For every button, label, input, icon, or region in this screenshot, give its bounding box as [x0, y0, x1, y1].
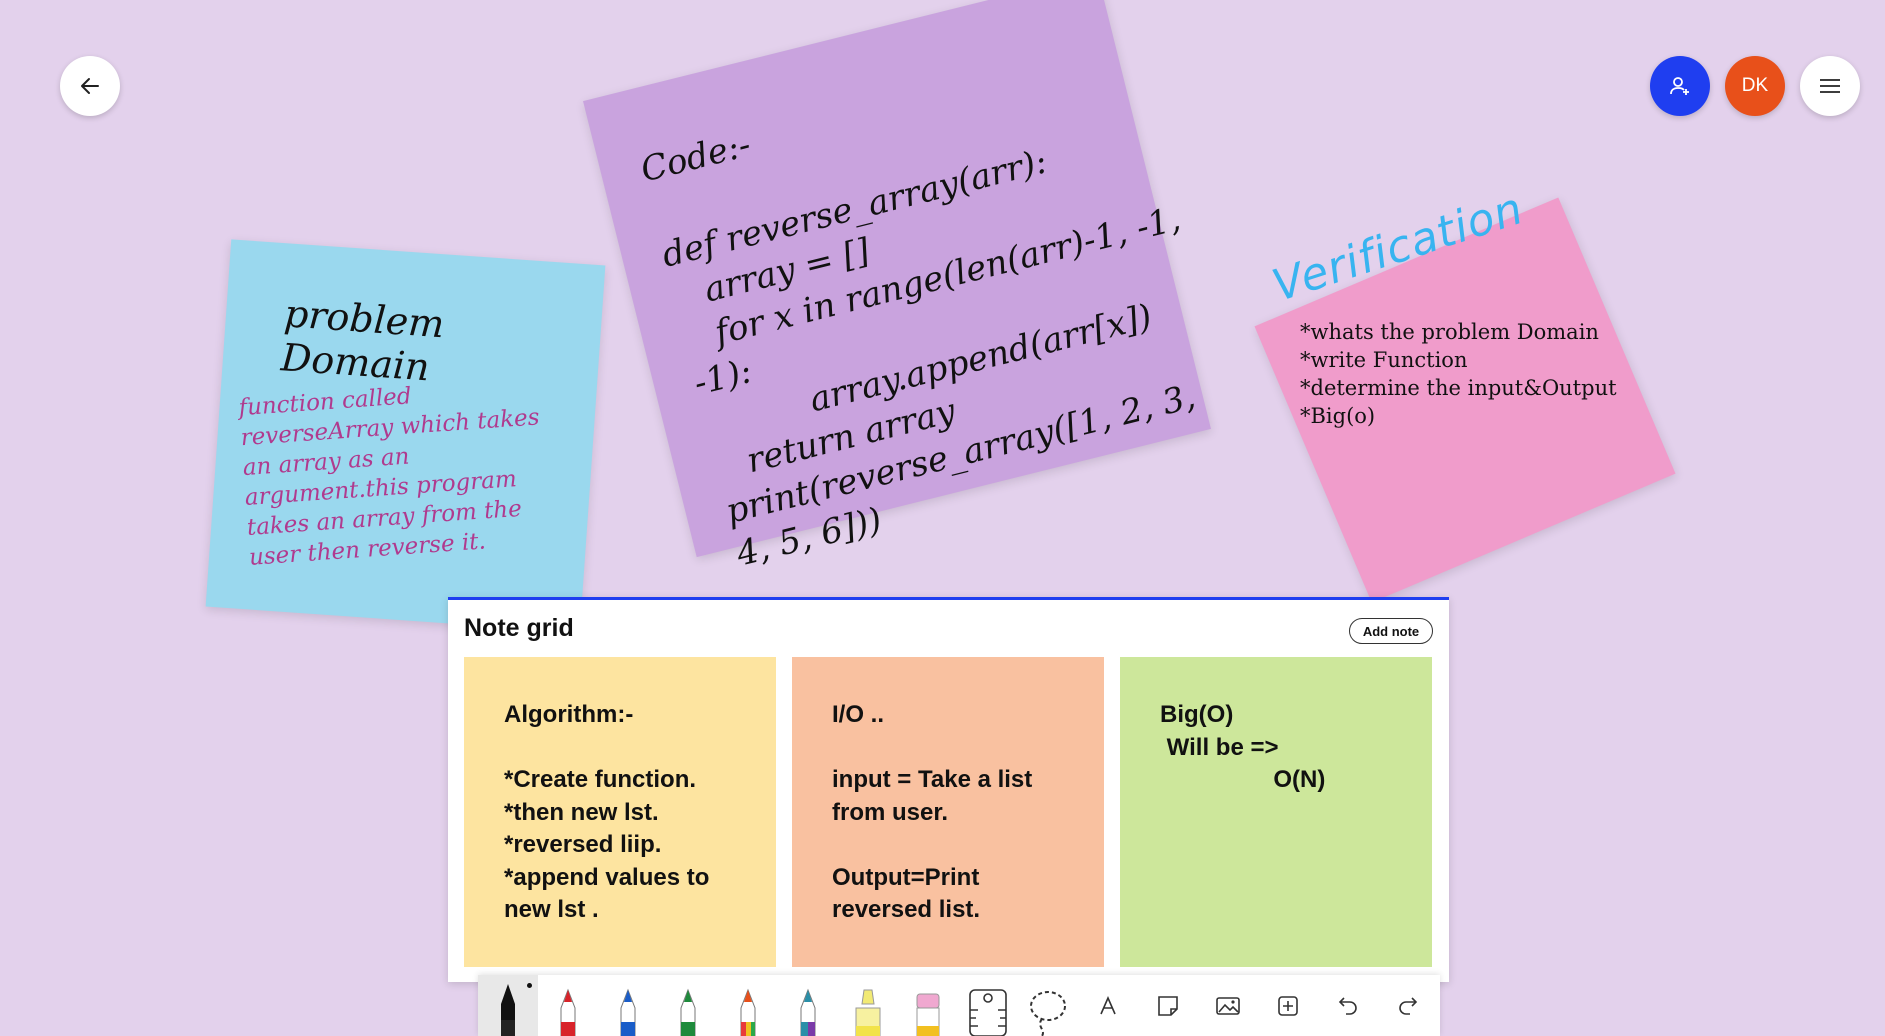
highlighter-icon: [855, 989, 881, 1036]
green-pen-tool[interactable]: [658, 975, 718, 1036]
sticky-note-icon: [1158, 995, 1178, 1016]
galaxy-pen-tool[interactable]: [778, 975, 838, 1036]
problem-domain-body: function called reverseArray which takes…: [237, 383, 541, 571]
eraser-icon: [916, 993, 940, 1036]
redo-button[interactable]: [1378, 975, 1438, 1036]
sticky-note-tool[interactable]: [1138, 975, 1198, 1036]
undo-icon: [1338, 996, 1357, 1015]
green-pen-icon: [680, 988, 696, 1036]
note-grid-panel[interactable]: Note grid Add note Algorithm:- *Create f…: [448, 597, 1449, 982]
active-indicator: [527, 983, 532, 988]
black-pen-icon: [501, 984, 515, 1036]
arrow-left-icon: [81, 78, 99, 94]
lasso-icon: [1030, 991, 1066, 1036]
back-button[interactable]: [60, 56, 120, 116]
image-icon: [1216, 996, 1240, 1015]
problem-domain-note[interactable]: problem Domain function called reverseAr…: [205, 239, 606, 633]
drawing-toolbar: [478, 975, 1440, 1036]
add-person-icon: [1670, 77, 1689, 95]
add-icon: [1278, 995, 1298, 1016]
eraser-tool[interactable]: [898, 975, 958, 1036]
red-pen-icon: [560, 988, 576, 1036]
add-tool[interactable]: [1258, 975, 1318, 1036]
grid-note-text: Algorithm:- *Create function. *then new …: [504, 701, 710, 923]
rainbow-pen-icon: [740, 988, 756, 1036]
galaxy-pen-icon: [800, 988, 816, 1036]
undo-button[interactable]: [1318, 975, 1378, 1036]
avatar[interactable]: DK: [1725, 56, 1785, 116]
red-pen-tool[interactable]: [538, 975, 598, 1036]
menu-button[interactable]: [1800, 56, 1860, 116]
blue-pen-tool[interactable]: [598, 975, 658, 1036]
text-tool[interactable]: [1078, 975, 1138, 1036]
share-button[interactable]: [1650, 56, 1710, 116]
text-icon: [1100, 995, 1116, 1014]
code-note-text: Code:- def reverse_array(arr): array = […: [636, 124, 1200, 575]
lasso-tool[interactable]: [1018, 975, 1078, 1036]
verification-item: *whats the problem Domain: [1300, 320, 1599, 344]
image-tool[interactable]: [1198, 975, 1258, 1036]
redo-icon: [1399, 996, 1418, 1015]
grid-note-text: I/O .. input = Take a list from user. Ou…: [832, 701, 1033, 923]
code-note[interactable]: Code:- def reverse_array(arr): array = […: [583, 0, 1211, 575]
add-note-button[interactable]: Add note: [1349, 618, 1433, 644]
grid-note-text: Big(O) Will be => O(N): [1160, 701, 1326, 793]
ruler-icon: [969, 989, 1007, 1036]
verification-item: *determine the input&Output: [1300, 376, 1617, 400]
ruler-tool[interactable]: [958, 975, 1018, 1036]
rainbow-pen-tool[interactable]: [718, 975, 778, 1036]
grid-note-bigo[interactable]: Big(O) Will be => O(N): [1120, 657, 1432, 967]
verification-item: *write Function: [1300, 348, 1468, 372]
verification-item: *Big(o): [1300, 404, 1376, 428]
grid-note-io[interactable]: I/O .. input = Take a list from user. Ou…: [792, 657, 1104, 967]
hamburger-menu-icon: [1820, 79, 1840, 93]
blue-pen-icon: [620, 988, 636, 1036]
grid-note-algorithm[interactable]: Algorithm:- *Create function. *then new …: [464, 657, 776, 967]
note-grid-title: Note grid: [464, 614, 574, 642]
black-pen-tool[interactable]: [478, 975, 538, 1036]
highlighter-tool[interactable]: [838, 975, 898, 1036]
verification-list: *whats the problem Domain *write Functio…: [1300, 318, 1617, 430]
